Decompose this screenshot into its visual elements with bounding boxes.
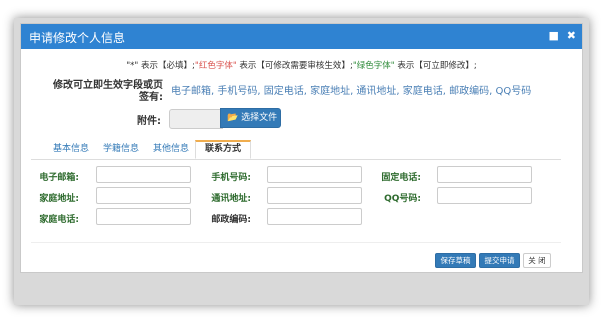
tab-basic-info[interactable]: 基本信息	[53, 140, 89, 159]
modify-info-dialog: 申请修改个人信息 ■ ✖ "*" 表示【必填】;"红色字体" 表示【可修改需要审…	[20, 23, 583, 273]
landline-label: 固定电话:	[381, 173, 421, 183]
editable-fields-label: 修改可立即生效字段或页签有:	[53, 80, 163, 103]
landline-field[interactable]	[437, 166, 532, 183]
email-field[interactable]	[96, 166, 191, 183]
mail-address-label: 通讯地址:	[211, 194, 251, 204]
tab-bar: 基本信息 学籍信息 其他信息 联系方式	[31, 140, 561, 160]
folder-icon: 📂	[227, 113, 239, 123]
legend-review: 表示【可修改需要审核生效】;	[236, 61, 353, 71]
mail-address-field[interactable]	[267, 187, 362, 204]
qq-label: QQ号码:	[384, 194, 421, 204]
home-address-field[interactable]	[96, 187, 191, 204]
attachment-file-display[interactable]	[169, 109, 223, 129]
legend-red-text: "红色字体"	[194, 61, 237, 71]
home-phone-label: 家庭电话:	[39, 215, 79, 225]
legend-required: "*" 表示【必填】;	[126, 61, 195, 71]
editable-fields-list: 电子邮箱, 手机号码, 固定电话, 家庭地址, 通讯地址, 家庭电话, 邮政编码…	[171, 86, 532, 97]
tab-contact[interactable]: 联系方式	[195, 140, 252, 159]
qq-field[interactable]	[437, 187, 532, 204]
legend-green-text: "绿色字体"	[352, 61, 395, 71]
attachment-label: 附件:	[137, 116, 161, 127]
tab-other-info[interactable]: 其他信息	[153, 140, 189, 159]
maximize-icon[interactable]: ■	[549, 29, 559, 42]
mobile-label: 手机号码:	[211, 173, 251, 183]
postcode-field[interactable]	[267, 208, 362, 225]
dialog-title: 申请修改个人信息	[29, 31, 126, 45]
email-label: 电子邮箱:	[39, 173, 79, 183]
legend-immediate: 表示【可立即修改】;	[394, 61, 477, 71]
close-button[interactable]: 关 闭	[523, 253, 551, 268]
submit-button[interactable]: 提交申请	[479, 253, 520, 268]
legend-note: "*" 表示【必填】;"红色字体" 表示【可修改需要审核生效】;"绿色字体" 表…	[21, 59, 582, 71]
home-phone-field[interactable]	[96, 208, 191, 225]
footer-divider	[31, 242, 561, 243]
close-icon[interactable]: ✖	[567, 29, 576, 42]
save-draft-button[interactable]: 保存草稿	[435, 253, 476, 268]
postcode-label: 邮政编码:	[211, 215, 251, 225]
tab-student-status[interactable]: 学籍信息	[103, 140, 139, 159]
choose-file-label: 选择文件	[241, 113, 278, 123]
choose-file-button[interactable]: 📂 选择文件	[220, 108, 281, 128]
dialog-titlebar: 申请修改个人信息 ■ ✖	[21, 24, 582, 49]
mobile-field[interactable]	[267, 166, 362, 183]
home-address-label: 家庭地址:	[39, 194, 79, 204]
